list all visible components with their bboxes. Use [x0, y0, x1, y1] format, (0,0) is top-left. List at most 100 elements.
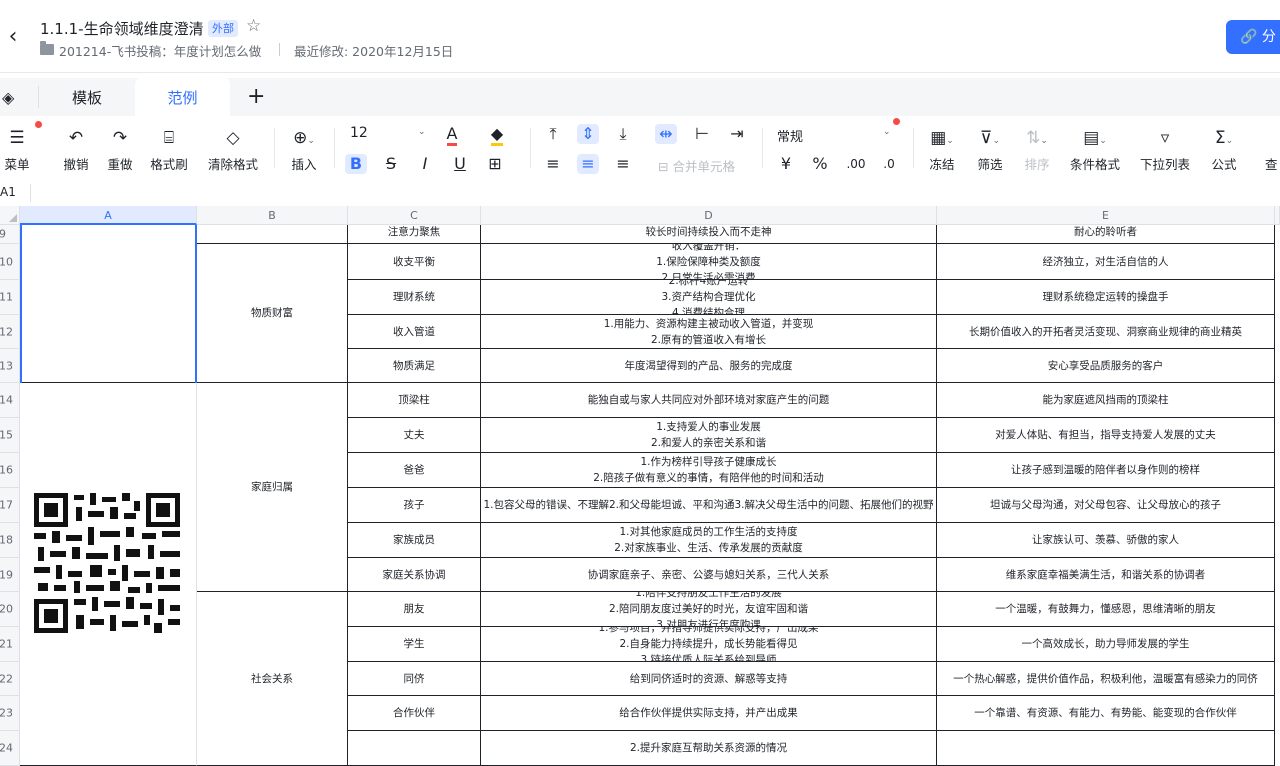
cell-c[interactable]	[348, 731, 481, 766]
italic-icon[interactable]: I	[414, 154, 436, 174]
dropdown-list-button[interactable]: ▿ 下拉列表	[1138, 128, 1192, 173]
cell-e[interactable]: 一个温暖，有鼓舞力，懂感恩，思维清晰的朋友	[937, 592, 1275, 627]
font-size-select[interactable]: 12 ⌄	[350, 125, 430, 141]
align-bottom-icon[interactable]: ⤓	[612, 124, 634, 144]
cell-c[interactable]: 孩子	[348, 488, 481, 523]
cell-e[interactable]: 理财系统稳定运转的操盘手	[937, 280, 1275, 315]
row-header[interactable]: 23	[0, 696, 20, 731]
align-left-icon[interactable]: ≡	[542, 154, 564, 174]
cell-c[interactable]: 爸爸	[348, 453, 481, 488]
layers-icon[interactable]: ◈	[2, 88, 14, 107]
add-decimal-icon[interactable]: .00	[843, 154, 869, 174]
cell-e[interactable]: 让家族认可、羡慕、骄傲的家人	[937, 523, 1275, 558]
breadcrumb[interactable]: 201214-飞书投稿：年度计划怎么做	[59, 41, 261, 60]
row-header[interactable]: 15	[0, 418, 20, 453]
menu-button[interactable]: ☰ 菜单	[2, 128, 32, 173]
number-format-select[interactable]: 常规 ⌄	[777, 126, 893, 145]
percent-icon[interactable]: %	[809, 154, 831, 174]
cell-e[interactable]: 能为家庭遮风挡雨的顶梁柱	[937, 383, 1275, 418]
freeze-button[interactable]: ▦⌄ 冻结	[925, 128, 959, 173]
cell-reference[interactable]: A1	[0, 185, 16, 199]
cell-e[interactable]: 对爱人体贴、有担当，指导支持爱人发展的丈夫	[937, 418, 1275, 453]
tab-template[interactable]: 模板	[40, 78, 134, 116]
cell-d[interactable]: 协调家庭亲子、亲密、公婆与媳妇关系，三代人关系	[481, 558, 937, 592]
column-header-b[interactable]: B	[197, 206, 348, 225]
align-center-icon[interactable]: ≡	[577, 154, 599, 174]
cell-d[interactable]: 1.包容父母的错误、不理解2.和父母能坦诚、平和沟通3.解决父母生活中的问题、拓…	[481, 488, 937, 523]
cell-c[interactable]: 朋友	[348, 592, 481, 627]
cell-e[interactable]: 一个靠谱、有资源、有能力、有势能、能变现的合作伙伴	[937, 696, 1275, 731]
cell-d[interactable]: 给到同侪适时的资源、解惑等支持	[481, 662, 937, 696]
cell-c[interactable]: 丈夫	[348, 418, 481, 453]
column-header-e[interactable]: E	[937, 206, 1275, 225]
column-header-c[interactable]: C	[348, 206, 481, 225]
redo-button[interactable]: ↷ 重做	[106, 128, 134, 173]
clear-format-button[interactable]: ◇ 清除格式	[206, 128, 260, 173]
filter-button[interactable]: ⊽⌄ 筛选	[973, 128, 1007, 173]
cell-d[interactable]: 1.对其他家庭成员的工作生活的支持度 2.对家族事业、生活、传承发展的贡献度	[481, 523, 937, 558]
cell-c[interactable]: 家族成员	[348, 523, 481, 558]
cell-e[interactable]	[937, 731, 1275, 766]
wrap-icon[interactable]: ⇹	[655, 124, 677, 144]
cell-c[interactable]: 合作伙伴	[348, 696, 481, 731]
cell-a[interactable]	[20, 220, 197, 383]
border-icon[interactable]: ⊞	[484, 154, 506, 174]
row-header[interactable]: 13	[0, 349, 20, 383]
doc-title[interactable]: 1.1.1-生命领域维度澄清	[40, 18, 204, 39]
align-middle-icon[interactable]: ⇕	[577, 124, 599, 144]
cell-c[interactable]: 顶梁柱	[348, 383, 481, 418]
sort-button[interactable]: ⇅⌄ 排序	[1022, 128, 1052, 173]
row-header[interactable]: 17	[0, 488, 20, 523]
column-header-a[interactable]: A	[20, 206, 197, 225]
cell-e[interactable]: 维系家庭幸福美满生活，和谐关系的协调者	[937, 558, 1275, 592]
cell-d[interactable]: 1.参与项目，并指导师提供实际支持，产出成果 2.自身能力持续提升，成长势能看得见…	[481, 627, 937, 662]
cell-d[interactable]: 1.作为榜样引导孩子健康成长 2.陪孩子做有意义的事情，有陪伴他的时间和活动	[481, 453, 937, 488]
insert-button[interactable]: ⊕⌄ 插入	[288, 128, 320, 173]
cell-d[interactable]: 1.支持爱人的事业发展 2.和爱人的亲密关系和谐	[481, 418, 937, 453]
cell-e[interactable]: 长期价值收入的开拓者灵活变现、洞察商业规律的商业精英	[937, 315, 1275, 349]
cell-d[interactable]: 1.陪伴支持朋友工作生活的发展 2.陪同朋友度过美好的时光，友谊牢固和谐 3.对朋友…	[481, 592, 937, 627]
cell-d[interactable]: 2.标杆4账户运转 3.资产结构合理优化 4.消费结构合理	[481, 280, 937, 315]
tab-example[interactable]: 范例	[135, 78, 230, 116]
share-button[interactable]: 🔗 分	[1226, 20, 1280, 54]
font-color-icon[interactable]: A	[441, 124, 463, 146]
qr-code-image[interactable]	[30, 487, 186, 643]
cell-e[interactable]: 让孩子感到温暖的陪伴者以身作则的榜样	[937, 453, 1275, 488]
row-header[interactable]: 20	[0, 592, 20, 627]
undo-button[interactable]: ↶ 撤销	[62, 128, 90, 173]
fill-color-icon[interactable]: ◆	[486, 124, 508, 146]
cell-e[interactable]: 一个高效成长，助力导师发展的学生	[937, 627, 1275, 662]
merge-cells-button[interactable]: ⊟ 合并单元格	[658, 156, 748, 175]
row-header[interactable]: 18	[0, 523, 20, 558]
cell-c[interactable]: 收入管道	[348, 315, 481, 349]
select-all-corner[interactable]	[0, 206, 20, 225]
underline-icon[interactable]: U	[449, 154, 471, 174]
remove-decimal-icon[interactable]: .0	[878, 154, 900, 174]
row-header[interactable]: 14	[0, 383, 20, 418]
cell-e[interactable]: 一个热心解惑，提供价值作品，积极利他，温暖富有感染力的同侪	[937, 662, 1275, 696]
column-width-icon[interactable]: ⊢	[691, 124, 713, 144]
cell-e[interactable]: 经济独立，对生活自信的人	[937, 244, 1275, 280]
currency-icon[interactable]: ¥	[775, 154, 797, 174]
cell-e[interactable]: 安心享受品质服务的客户	[937, 349, 1275, 383]
row-header[interactable]: 21	[0, 627, 20, 662]
conditional-format-button[interactable]: ▤⌄ 条件格式	[1068, 128, 1122, 173]
align-right-icon[interactable]: ≡	[612, 154, 634, 174]
cell-d[interactable]: 给合作伙伴提供实际支持，并产出成果	[481, 696, 937, 731]
cell-d[interactable]: 收入覆盖开销： 1.保险保障种类及额度 2.日常生活必需消费	[481, 244, 937, 280]
cell-c[interactable]: 收支平衡	[348, 244, 481, 280]
formula-button[interactable]: Σ⌄ 公式	[1208, 128, 1240, 173]
star-icon[interactable]: ☆	[246, 16, 261, 36]
row-header[interactable]: 10	[0, 244, 20, 280]
text-direction-icon[interactable]: ⇥	[726, 124, 748, 144]
row-header[interactable]: 22	[0, 662, 20, 696]
group-cell[interactable]: 物质财富	[197, 244, 348, 383]
cell-e[interactable]: 坦诚与父母沟通，对父母包容、让父母放心的孩子	[937, 488, 1275, 523]
cell-c[interactable]: 理财系统	[348, 280, 481, 315]
cell-d[interactable]: 能独自或与家人共同应对外部环境对家庭产生的问题	[481, 383, 937, 418]
strikethrough-icon[interactable]: S	[380, 154, 402, 174]
row-header[interactable]: 12	[0, 315, 20, 349]
cell-d[interactable]: 1.用能力、资源构建主被动收入管道，并变现 2.原有的管道收入有增长	[481, 315, 937, 349]
row-header[interactable]: 24	[0, 731, 20, 766]
cell-c[interactable]: 物质满足	[348, 349, 481, 383]
